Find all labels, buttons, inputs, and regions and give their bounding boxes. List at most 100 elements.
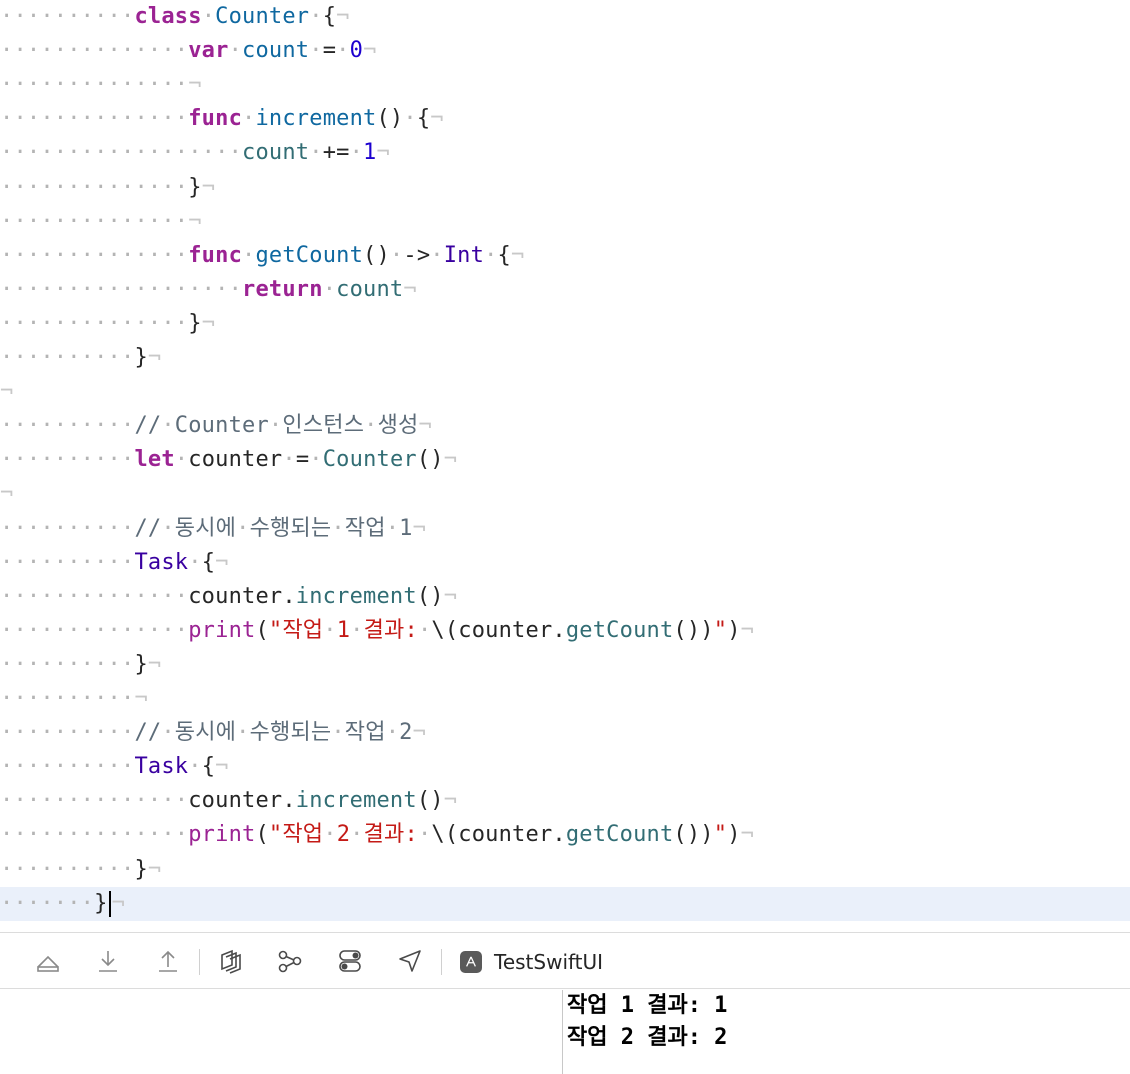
code-token: += <box>322 140 350 166</box>
code-token: Counter <box>215 4 310 29</box>
code-token: ·············· <box>0 583 189 609</box>
code-line[interactable]: ··············counter.increment()¬ <box>0 580 1130 614</box>
code-token: getCount <box>565 822 674 848</box>
code-token: 수행되는 <box>249 720 332 746</box>
code-token: ¬ <box>418 413 432 439</box>
code-token: } <box>94 890 108 916</box>
code-token: · <box>417 822 432 848</box>
code-token: Int <box>443 242 485 268</box>
code-line[interactable]: ··············func·increment()·{¬ <box>0 102 1130 136</box>
memory-graph-button[interactable] <box>274 945 306 977</box>
code-token: · <box>161 515 175 541</box>
code-line[interactable]: ··············}¬ <box>0 171 1130 205</box>
code-token: ·········· <box>0 686 135 711</box>
code-token: 2 <box>399 720 413 746</box>
process-selector[interactable]: TestSwiftUI <box>460 947 603 977</box>
code-token: 인스턴스 <box>282 413 365 439</box>
code-line[interactable]: ··········}¬ <box>0 853 1130 887</box>
code-token: · <box>350 822 364 848</box>
code-token: ¬ <box>147 345 162 370</box>
code-editor[interactable]: ··········class·Counter·{¬ ··············… <box>0 0 1130 930</box>
code-line[interactable]: ··················return·count¬ <box>0 273 1130 307</box>
code-line[interactable]: ··············print("작업·2·결과:·\(counter.… <box>0 818 1130 852</box>
code-token: ·············· <box>0 72 189 98</box>
code-token: ¬ <box>376 140 390 166</box>
code-token: count <box>336 276 404 302</box>
code-token: } <box>134 345 148 370</box>
code-token: ()) <box>673 617 714 643</box>
code-line[interactable]: ¬ <box>0 477 1130 511</box>
hide-debug-area-button[interactable] <box>32 945 64 977</box>
code-token: ¬ <box>147 856 162 882</box>
tray-icon <box>37 955 59 972</box>
code-line[interactable]: ··············counter.increment()¬ <box>0 784 1130 818</box>
code-line[interactable]: ··········}¬ <box>0 648 1130 682</box>
code-line[interactable]: ··············¬ <box>0 68 1130 102</box>
code-token: 1 <box>336 617 351 643</box>
code-token: count <box>242 38 310 64</box>
code-token: ·················· <box>0 140 243 166</box>
code-token: ¬ <box>740 822 755 848</box>
code-token: 동시에 <box>174 720 237 746</box>
code-line[interactable]: ··········let·counter·=·Counter()¬ <box>0 443 1130 477</box>
code-token: ¬ <box>0 481 14 507</box>
code-token: counter. <box>188 583 296 609</box>
code-token: ·············· <box>0 788 189 814</box>
code-token: 수행되는 <box>249 515 332 541</box>
code-line[interactable]: ··················count·+=·1¬ <box>0 136 1130 170</box>
code-token: · <box>417 617 432 643</box>
code-token: · <box>403 106 417 132</box>
code-token: ·············· <box>0 822 189 848</box>
simulate-location-button[interactable] <box>394 945 426 977</box>
view-debugger-button[interactable] <box>214 945 246 977</box>
code-line[interactable]: ··········class·Counter·{¬ <box>0 0 1130 34</box>
code-token: ) <box>727 822 741 848</box>
code-line[interactable]: ··············func·getCount()·->·Int·{¬ <box>0 239 1130 273</box>
app-icon <box>460 951 482 973</box>
code-token: · <box>309 38 323 64</box>
console-divider[interactable] <box>562 990 563 1074</box>
code-token: · <box>323 617 337 643</box>
code-line[interactable]: ··············}¬ <box>0 307 1130 341</box>
code-token: ·········· <box>0 651 135 677</box>
code-token: ·········· <box>0 754 135 780</box>
code-line[interactable]: ··········//·동시에·수행되는·작업·2¬ <box>0 716 1130 750</box>
code-line[interactable]: ··········Task·{¬ <box>0 750 1130 784</box>
code-token: ·········· <box>0 413 135 439</box>
step-over-button[interactable] <box>92 945 124 977</box>
code-token: count <box>242 140 310 166</box>
environment-overrides-button[interactable] <box>334 945 366 977</box>
code-line[interactable]: ··············¬ <box>0 205 1130 239</box>
code-line[interactable]: ¬ <box>0 375 1130 409</box>
code-token: { <box>201 754 216 780</box>
code-token: ¬ <box>412 720 427 746</box>
code-token: · <box>282 447 296 473</box>
code-line[interactable]: ··············print("작업·1·결과:·\(counter.… <box>0 614 1130 648</box>
code-token: () <box>363 242 390 268</box>
code-token: ·········· <box>0 447 135 473</box>
code-token: ·············· <box>0 310 189 336</box>
code-line[interactable]: ··············var·count·=·0¬ <box>0 34 1130 68</box>
code-token: class <box>134 4 202 29</box>
code-line[interactable]: ··········Task·{¬ <box>0 546 1130 580</box>
code-token: · <box>336 38 350 64</box>
code-token: // <box>134 515 162 541</box>
code-token: · <box>236 515 250 541</box>
code-line[interactable]: ··········¬ <box>0 682 1130 716</box>
step-out-button[interactable] <box>152 945 184 977</box>
code-token: getCount <box>565 617 674 643</box>
code-token: · <box>242 106 256 132</box>
code-token: { <box>201 549 216 575</box>
code-token: () <box>416 583 444 609</box>
code-line[interactable]: ··········}¬ <box>0 341 1130 375</box>
code-token: ¬ <box>147 651 162 677</box>
console-line: 작업 1 결과: 1 <box>567 993 728 1018</box>
code-token: ·············· <box>0 106 189 132</box>
code-line[interactable]: ··········//·동시에·수행되는·작업·1¬ <box>0 512 1130 546</box>
graph-icon <box>278 950 302 973</box>
code-token: "작업 <box>268 617 324 643</box>
code-line[interactable]: ··········//·Counter·인스턴스·생성¬ <box>0 409 1130 443</box>
code-token: ¬ <box>510 242 525 268</box>
code-line[interactable]: ·······} ¬ <box>0 886 1130 921</box>
code-token: ·············· <box>0 174 189 200</box>
